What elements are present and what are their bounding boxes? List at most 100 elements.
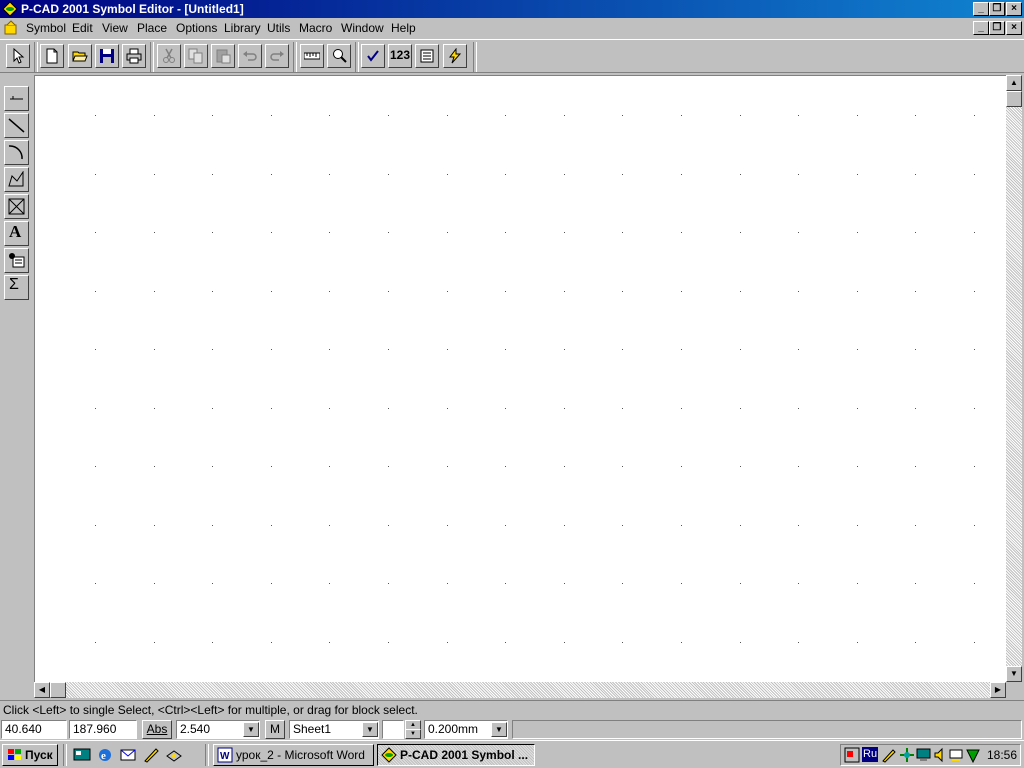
y-coordinate-field[interactable]: 187.960	[69, 720, 137, 739]
tray-pen-icon[interactable]	[881, 747, 897, 763]
redo-button[interactable]	[265, 44, 289, 68]
tray-display-icon[interactable]	[949, 747, 965, 763]
scroll-up-button[interactable]: ▲	[1006, 75, 1022, 91]
doc-minimize-button[interactable]: _	[973, 21, 989, 35]
vertical-scrollbar[interactable]: ▲ ▼	[1006, 75, 1022, 682]
place-field-button[interactable]	[4, 194, 29, 219]
menu-place[interactable]: Place	[137, 21, 167, 35]
paste-button[interactable]	[211, 44, 235, 68]
outlook-express-icon[interactable]	[119, 746, 137, 764]
title-bar[interactable]: P-CAD 2001 Symbol Editor - [Untitled1] _…	[0, 0, 1024, 18]
toolbar-separator	[34, 42, 38, 72]
menu-window[interactable]: Window	[341, 21, 384, 35]
zoom-button[interactable]	[327, 44, 351, 68]
horizontal-scrollbar[interactable]: ◀ ▶	[34, 682, 1006, 698]
sheet-dropdown-arrow[interactable]: ▼	[362, 722, 378, 737]
menu-options[interactable]: Options	[176, 21, 217, 35]
line-width-select[interactable]: 0.200mm ▼	[424, 720, 508, 739]
restore-button[interactable]: ❐	[989, 2, 1005, 16]
sheet-select[interactable]: Sheet1 ▼	[289, 720, 379, 739]
x-coordinate-field[interactable]: 40.640	[1, 720, 67, 739]
taskbar-item-word[interactable]: W урок_2 - Microsoft Word	[213, 744, 374, 766]
save-button[interactable]	[95, 44, 119, 68]
place-pin-button[interactable]	[4, 86, 29, 111]
grid-dots	[95, 115, 975, 643]
place-polygon-button[interactable]	[4, 167, 29, 192]
line-width-dropdown-arrow[interactable]: ▼	[491, 722, 507, 737]
open-button[interactable]	[68, 44, 92, 68]
spin-down-button[interactable]: ▼	[405, 729, 421, 739]
horizontal-scroll-thumb[interactable]	[50, 682, 66, 698]
document-menu-icon[interactable]	[3, 20, 19, 36]
copy-icon	[188, 48, 203, 64]
tray-network-icon[interactable]	[899, 747, 915, 763]
show-desktop-icon[interactable]	[73, 746, 91, 764]
scrollbar-corner	[1006, 682, 1022, 698]
status-message-bar: Click <Left> to single Select, <Ctrl><Le…	[0, 700, 1024, 718]
minimize-button[interactable]: _	[973, 2, 989, 16]
grid-select[interactable]: 2.540 ▼	[176, 720, 260, 739]
layer-color-box[interactable]	[382, 720, 404, 739]
zoom-icon	[333, 49, 347, 63]
doc-restore-button[interactable]: ❐	[989, 21, 1005, 35]
copy-button[interactable]	[184, 44, 208, 68]
quick-launch-disk-icon[interactable]	[165, 746, 183, 764]
scroll-right-button[interactable]: ▶	[990, 682, 1006, 698]
vertical-scroll-thumb[interactable]	[1006, 91, 1022, 107]
svg-text:e: e	[101, 750, 106, 762]
place-line-button[interactable]	[4, 113, 29, 138]
menu-symbol[interactable]: Symbol	[26, 21, 66, 35]
menu-macro[interactable]: Macro	[299, 21, 332, 35]
menu-help[interactable]: Help	[391, 21, 416, 35]
clock[interactable]: 18:56	[987, 748, 1017, 762]
menu-utils[interactable]: Utils	[267, 21, 290, 35]
new-button[interactable]	[40, 44, 64, 68]
internet-explorer-icon[interactable]: e	[96, 746, 114, 764]
undo-button[interactable]	[238, 44, 262, 68]
menu-bar: Symbol Edit View Place Options Library U…	[0, 18, 1024, 38]
start-button[interactable]: Пуск	[2, 744, 58, 766]
tray-antivirus-icon[interactable]	[965, 747, 981, 763]
place-ref-point-button[interactable]: Σ	[4, 275, 29, 300]
scroll-left-button[interactable]: ◀	[34, 682, 50, 698]
check-mark-icon	[367, 50, 379, 62]
print-button[interactable]	[122, 44, 146, 68]
scroll-down-button[interactable]: ▼	[1006, 666, 1022, 682]
verify-button[interactable]	[361, 44, 385, 68]
status-message: Click <Left> to single Select, <Ctrl><Le…	[3, 703, 418, 717]
menu-view[interactable]: View	[102, 21, 128, 35]
measure-button[interactable]	[300, 44, 324, 68]
utility-button[interactable]	[443, 44, 467, 68]
menu-edit[interactable]: Edit	[72, 21, 93, 35]
language-indicator[interactable]: Ru	[862, 747, 879, 762]
tray-app-icon[interactable]	[844, 747, 860, 763]
menu-library[interactable]: Library	[224, 21, 261, 35]
status-fields-bar: 40.640 187.960 Abs 2.540 ▼ M Sheet1 ▼ ▲ …	[0, 718, 1024, 740]
doc-close-button[interactable]: ×	[1006, 21, 1022, 35]
place-ref-point-icon: Σ	[9, 276, 19, 293]
pcad-app-icon[interactable]	[2, 1, 18, 17]
library-icon	[420, 49, 434, 63]
close-button[interactable]: ×	[1006, 2, 1022, 16]
tray-monitor-icon[interactable]	[916, 747, 932, 763]
cut-button[interactable]	[157, 44, 181, 68]
library-button[interactable]	[415, 44, 439, 68]
quick-launch-pen-icon[interactable]	[142, 746, 160, 764]
drawing-canvas[interactable]	[34, 75, 1006, 682]
volume-icon[interactable]	[933, 747, 949, 763]
paste-icon	[216, 49, 231, 64]
renumber-button[interactable]: 123	[388, 44, 412, 68]
place-field-icon	[8, 198, 25, 215]
place-text-button[interactable]: A	[4, 221, 29, 246]
select-button[interactable]	[6, 44, 30, 68]
grid-mode-button[interactable]: M	[265, 720, 285, 739]
status-extra-panel	[512, 720, 1022, 739]
place-attribute-button[interactable]	[4, 248, 29, 273]
abs-toggle-button[interactable]: Abs	[142, 720, 172, 739]
svg-text:W: W	[220, 751, 230, 762]
grid-dropdown-arrow[interactable]: ▼	[243, 722, 259, 737]
main-toolbar: 123	[0, 39, 1024, 73]
taskbar-item-pcad[interactable]: P-CAD 2001 Symbol ...	[377, 744, 535, 766]
place-arc-button[interactable]	[4, 140, 29, 165]
redo-icon	[270, 51, 284, 61]
